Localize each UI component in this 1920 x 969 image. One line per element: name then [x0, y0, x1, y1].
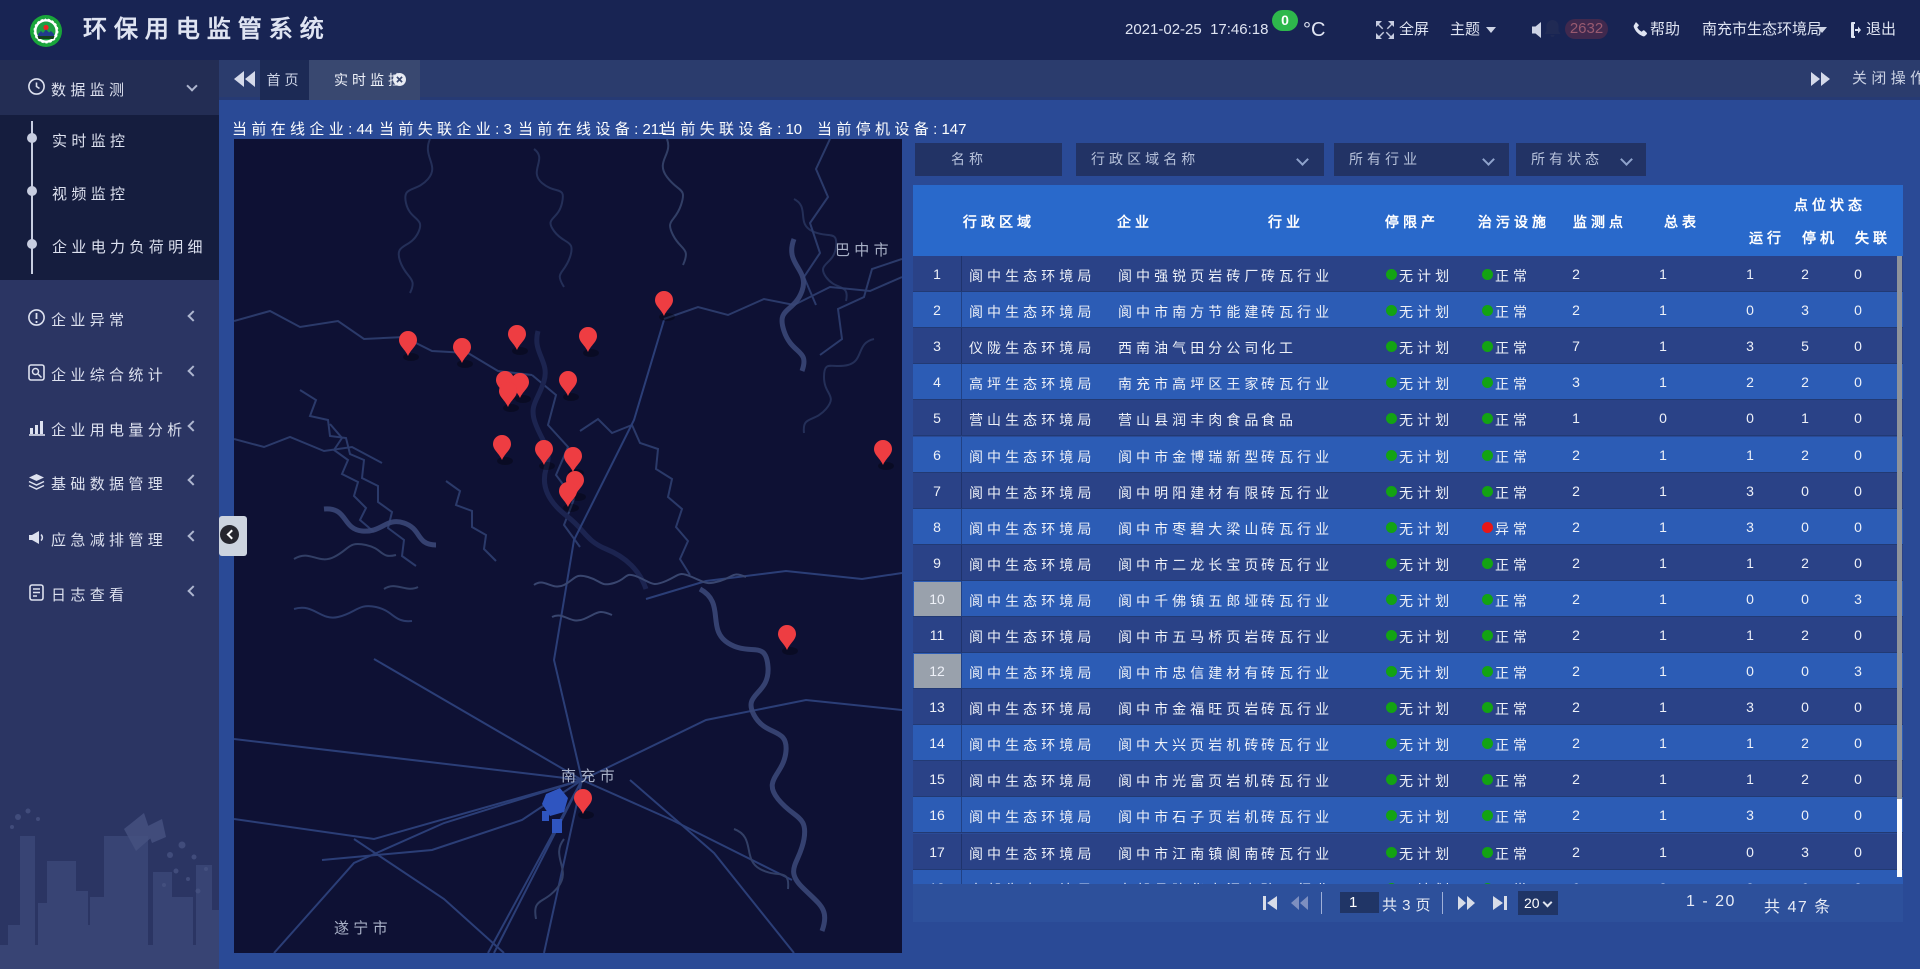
svg-text:南充市: 南充市	[561, 768, 619, 785]
svg-text:遂宁市: 遂宁市	[334, 920, 392, 937]
svg-text:巴中市: 巴中市	[835, 242, 893, 259]
